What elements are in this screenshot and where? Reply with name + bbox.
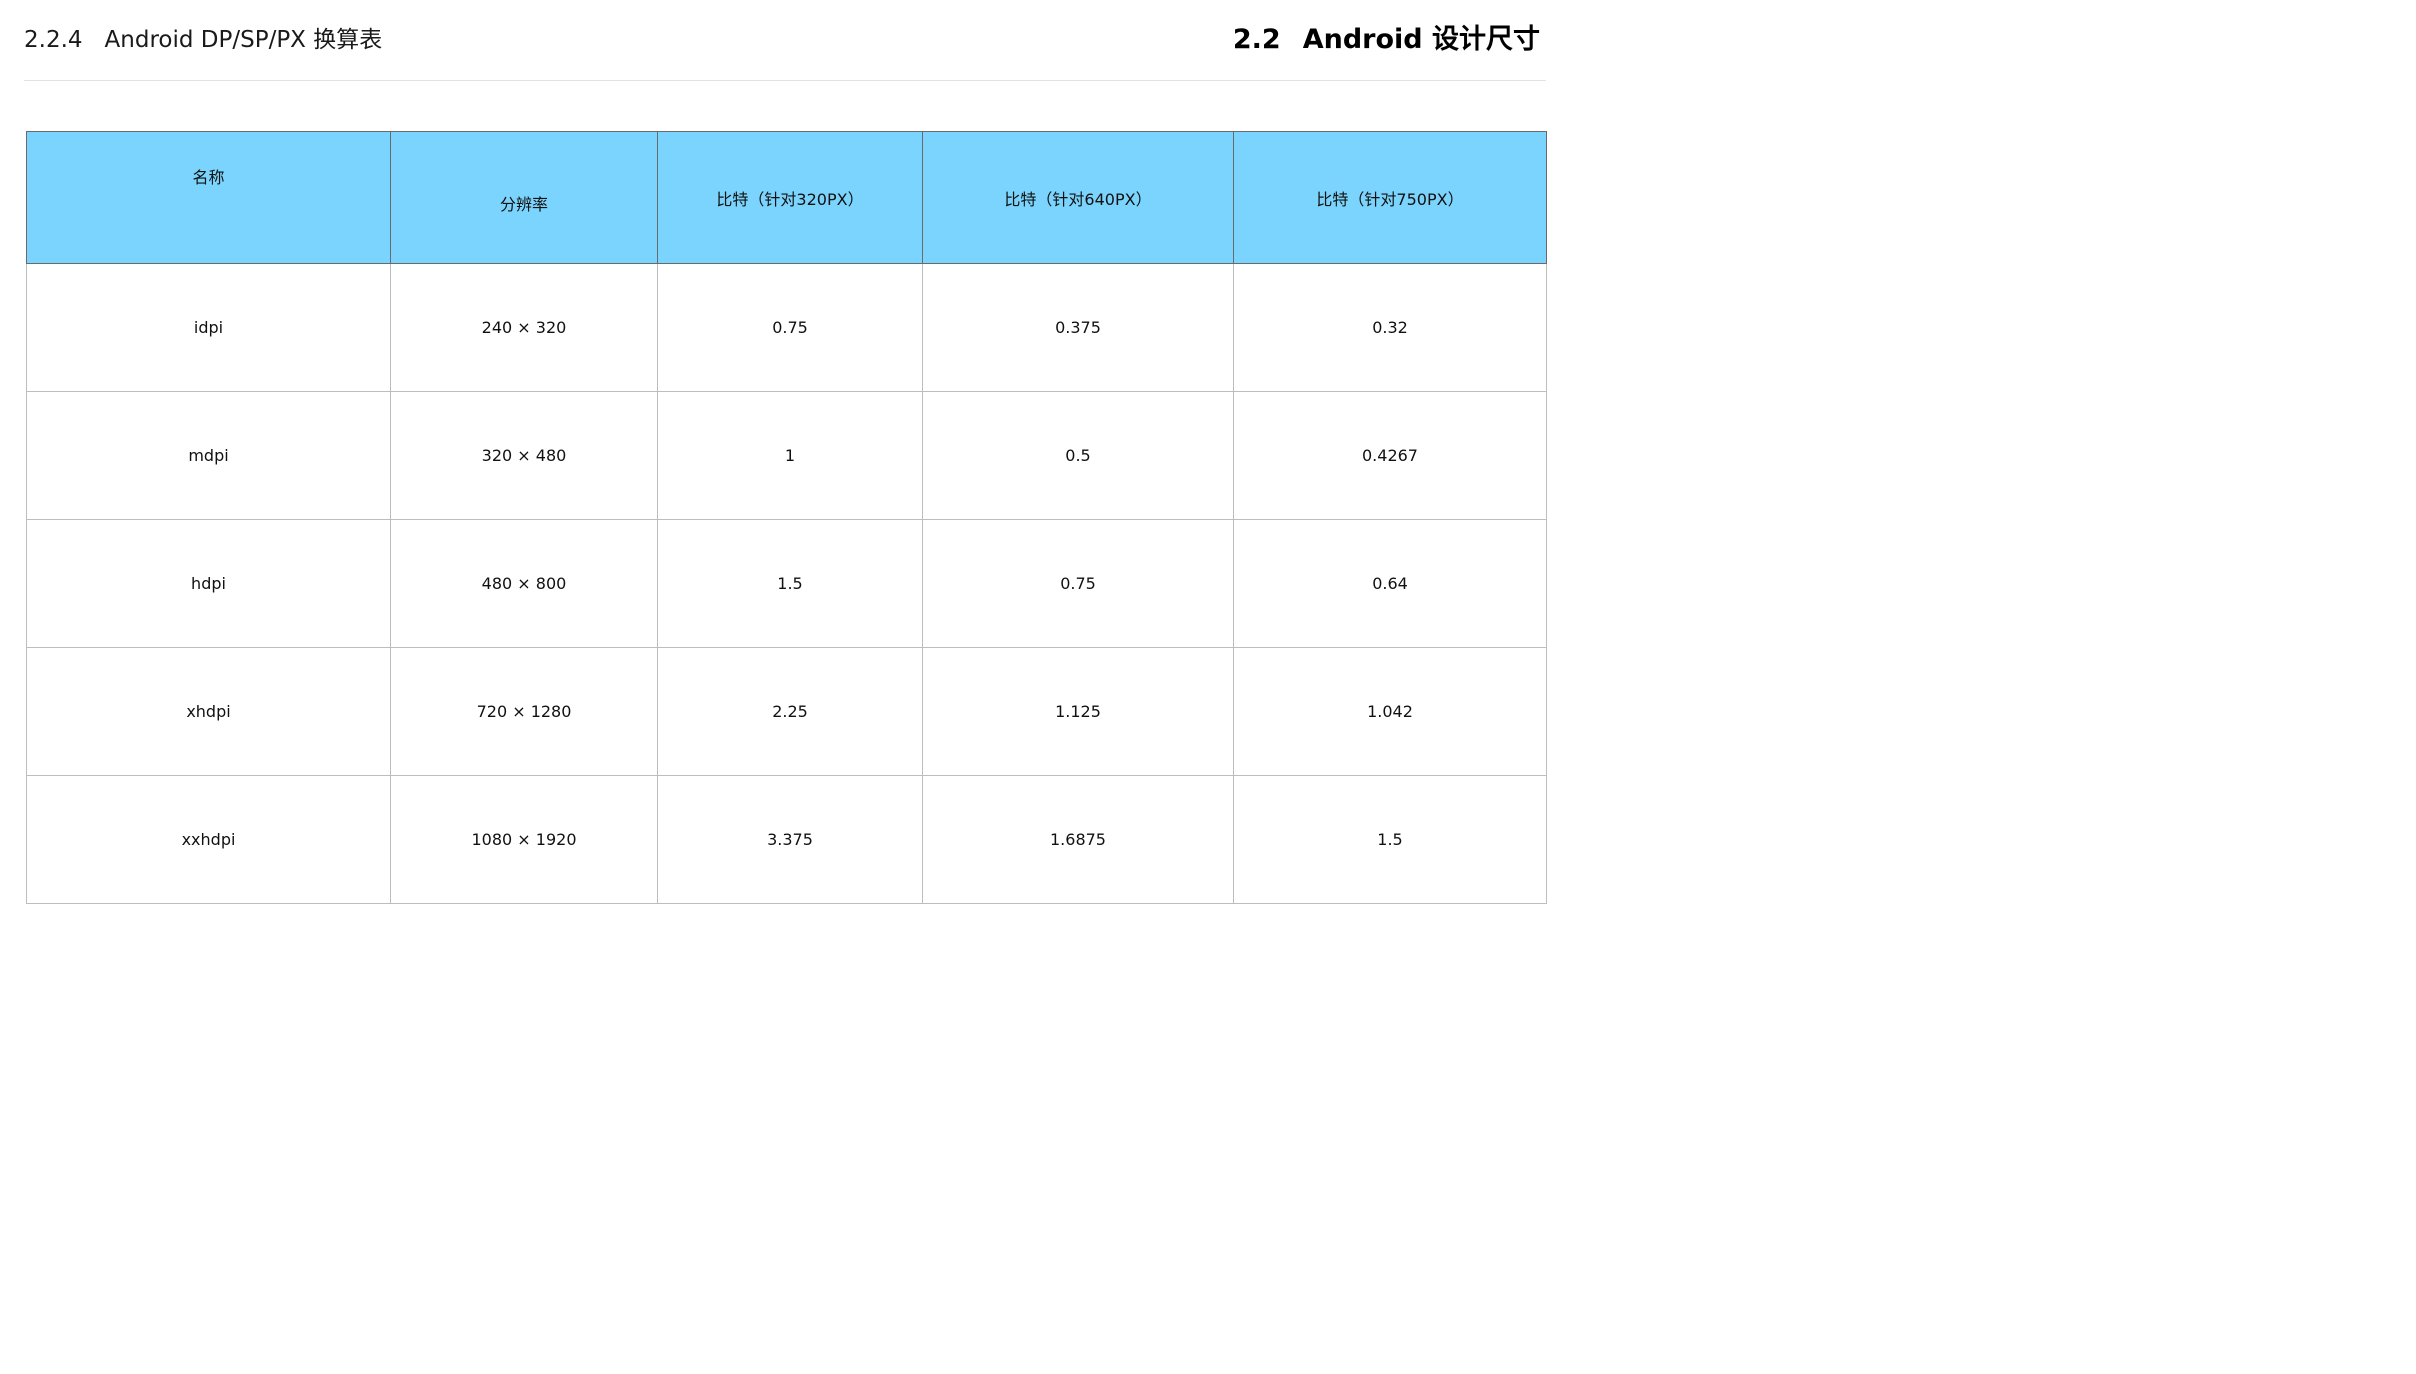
page-header: 2.2.4 Android DP/SP/PX 换算表 2.2 Android 设计尺… <box>24 0 1546 81</box>
resolution-cell: 1080 × 1920 <box>390 775 658 904</box>
ratio-320-cell: 1.5 <box>657 519 923 648</box>
ratio-320-cell: 0.75 <box>657 263 923 392</box>
chapter-heading: 2.2 Android 设计尺寸 <box>1233 22 1540 58</box>
ratio-750-cell: 0.64 <box>1233 519 1547 648</box>
table-row: idpi 240 × 320 0.75 0.375 0.32 <box>26 263 1547 392</box>
resolution-cell: 720 × 1280 <box>390 647 658 776</box>
dp-px-conversion-table: 名称 分辨率 比特（针对320PX） 比特（针对640PX） 比特（针对750P… <box>26 131 1547 904</box>
ratio-640-cell: 0.75 <box>922 519 1234 648</box>
ratio-750-cell: 1.042 <box>1233 647 1547 776</box>
column-header-ratio-320: 比特（针对320PX） <box>657 131 923 264</box>
density-name-cell: xxhdpi <box>26 775 391 904</box>
resolution-cell: 320 × 480 <box>390 391 658 520</box>
column-header-name: 名称 <box>26 131 391 264</box>
density-name-cell: idpi <box>26 263 391 392</box>
table-row: xxhdpi 1080 × 1920 3.375 1.6875 1.5 <box>26 775 1547 904</box>
ratio-750-cell: 0.4267 <box>1233 391 1547 520</box>
column-header-ratio-640: 比特（针对640PX） <box>922 131 1234 264</box>
ratio-750-cell: 0.32 <box>1233 263 1547 392</box>
ratio-320-cell: 1 <box>657 391 923 520</box>
ratio-640-cell: 1.6875 <box>922 775 1234 904</box>
column-header-ratio-750: 比特（针对750PX） <box>1233 131 1547 264</box>
density-name-cell: mdpi <box>26 391 391 520</box>
table-row: hdpi 480 × 800 1.5 0.75 0.64 <box>26 519 1547 648</box>
section-number: 2.2.4 <box>24 27 83 53</box>
resolution-cell: 480 × 800 <box>390 519 658 648</box>
section-heading: 2.2.4 Android DP/SP/PX 换算表 <box>24 24 382 56</box>
density-name-cell: xhdpi <box>26 647 391 776</box>
chapter-title: Android 设计尺寸 <box>1302 24 1540 55</box>
table-header-row: 名称 分辨率 比特（针对320PX） 比特（针对640PX） 比特（针对750P… <box>26 131 1547 264</box>
ratio-640-cell: 0.375 <box>922 263 1234 392</box>
density-name-cell: hdpi <box>26 519 391 648</box>
ratio-320-cell: 3.375 <box>657 775 923 904</box>
ratio-640-cell: 1.125 <box>922 647 1234 776</box>
table-row: mdpi 320 × 480 1 0.5 0.4267 <box>26 391 1547 520</box>
resolution-cell: 240 × 320 <box>390 263 658 392</box>
ratio-640-cell: 0.5 <box>922 391 1234 520</box>
chapter-number: 2.2 <box>1232 24 1281 55</box>
ratio-320-cell: 2.25 <box>657 647 923 776</box>
column-header-resolution: 分辨率 <box>390 131 658 264</box>
table-row: xhdpi 720 × 1280 2.25 1.125 1.042 <box>26 647 1547 776</box>
ratio-750-cell: 1.5 <box>1233 775 1547 904</box>
section-title: Android DP/SP/PX 换算表 <box>104 27 383 53</box>
